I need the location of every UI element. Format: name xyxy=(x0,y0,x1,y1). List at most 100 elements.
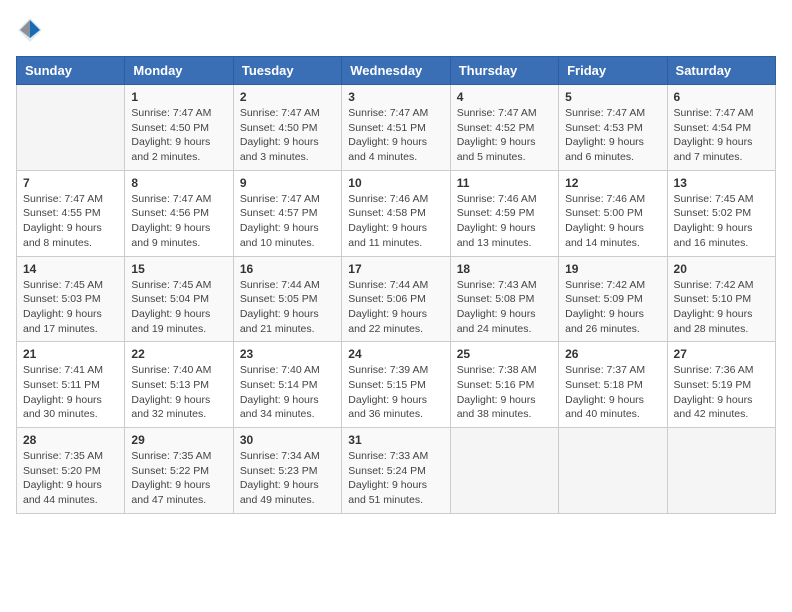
calendar-week-row: 1 Sunrise: 7:47 AMSunset: 4:50 PMDaylight… xyxy=(17,85,776,171)
calendar-cell: 8 Sunrise: 7:47 AMSunset: 4:56 PMDaylight… xyxy=(125,170,233,256)
day-info: Sunrise: 7:47 AMSunset: 4:51 PMDaylight:… xyxy=(348,106,443,165)
day-info: Sunrise: 7:42 AMSunset: 5:09 PMDaylight:… xyxy=(565,278,660,337)
calendar-cell: 12 Sunrise: 7:46 AMSunset: 5:00 PMDayligh… xyxy=(559,170,667,256)
calendar-cell: 21Sunrise: 7:41 AMSunset: 5:11 PMDayligh… xyxy=(17,342,125,428)
day-info: Sunrise: 7:47 AMSunset: 4:55 PMDaylight:… xyxy=(23,192,118,251)
day-number: 1 xyxy=(131,90,226,104)
calendar-cell: 6 Sunrise: 7:47 AMSunset: 4:54 PMDaylight… xyxy=(667,85,775,171)
calendar-cell: 20 Sunrise: 7:42 AMSunset: 5:10 PMDayligh… xyxy=(667,256,775,342)
calendar-cell xyxy=(450,428,558,514)
day-number: 14 xyxy=(23,262,118,276)
weekday-header-tuesday: Tuesday xyxy=(233,57,341,85)
day-info: Sunrise: 7:45 AMSunset: 5:03 PMDaylight:… xyxy=(23,278,118,337)
day-info: Sunrise: 7:38 AMSunset: 5:16 PMDaylight:… xyxy=(457,363,552,422)
calendar-cell: 17 Sunrise: 7:44 AMSunset: 5:06 PMDayligh… xyxy=(342,256,450,342)
day-number: 11 xyxy=(457,176,552,190)
calendar-cell: 19 Sunrise: 7:42 AMSunset: 5:09 PMDayligh… xyxy=(559,256,667,342)
day-info: Sunrise: 7:35 AMSunset: 5:20 PMDaylight:… xyxy=(23,449,118,508)
weekday-header-row: SundayMondayTuesdayWednesdayThursdayFrid… xyxy=(17,57,776,85)
day-number: 3 xyxy=(348,90,443,104)
day-number: 7 xyxy=(23,176,118,190)
logo-icon xyxy=(16,16,44,44)
day-info: Sunrise: 7:42 AMSunset: 5:10 PMDaylight:… xyxy=(674,278,769,337)
day-info: Sunrise: 7:35 AMSunset: 5:22 PMDaylight:… xyxy=(131,449,226,508)
day-info: Sunrise: 7:47 AMSunset: 4:52 PMDaylight:… xyxy=(457,106,552,165)
day-number: 16 xyxy=(240,262,335,276)
day-number: 15 xyxy=(131,262,226,276)
weekday-header-friday: Friday xyxy=(559,57,667,85)
calendar-week-row: 14 Sunrise: 7:45 AMSunset: 5:03 PMDayligh… xyxy=(17,256,776,342)
day-number: 24 xyxy=(348,347,443,361)
calendar-cell: 26 Sunrise: 7:37 AMSunset: 5:18 PMDayligh… xyxy=(559,342,667,428)
calendar-cell: 18 Sunrise: 7:43 AMSunset: 5:08 PMDayligh… xyxy=(450,256,558,342)
calendar-cell: 29 Sunrise: 7:35 AMSunset: 5:22 PMDayligh… xyxy=(125,428,233,514)
weekday-header-thursday: Thursday xyxy=(450,57,558,85)
day-info: Sunrise: 7:44 AMSunset: 5:05 PMDaylight:… xyxy=(240,278,335,337)
calendar-table: SundayMondayTuesdayWednesdayThursdayFrid… xyxy=(16,56,776,514)
header xyxy=(16,16,776,44)
calendar-cell: 31 Sunrise: 7:33 AMSunset: 5:24 PMDayligh… xyxy=(342,428,450,514)
calendar-cell xyxy=(667,428,775,514)
calendar-week-row: 28Sunrise: 7:35 AMSunset: 5:20 PMDayligh… xyxy=(17,428,776,514)
calendar-cell: 25 Sunrise: 7:38 AMSunset: 5:16 PMDayligh… xyxy=(450,342,558,428)
calendar-cell xyxy=(559,428,667,514)
calendar-cell: 30 Sunrise: 7:34 AMSunset: 5:23 PMDayligh… xyxy=(233,428,341,514)
day-number: 21 xyxy=(23,347,118,361)
logo xyxy=(16,16,48,44)
calendar-cell: 4 Sunrise: 7:47 AMSunset: 4:52 PMDaylight… xyxy=(450,85,558,171)
day-number: 12 xyxy=(565,176,660,190)
calendar-cell: 10Sunrise: 7:46 AMSunset: 4:58 PMDayligh… xyxy=(342,170,450,256)
day-info: Sunrise: 7:39 AMSunset: 5:15 PMDaylight:… xyxy=(348,363,443,422)
day-number: 30 xyxy=(240,433,335,447)
day-info: Sunrise: 7:44 AMSunset: 5:06 PMDaylight:… xyxy=(348,278,443,337)
day-info: Sunrise: 7:47 AMSunset: 4:50 PMDaylight:… xyxy=(240,106,335,165)
weekday-header-saturday: Saturday xyxy=(667,57,775,85)
day-number: 10 xyxy=(348,176,443,190)
weekday-header-sunday: Sunday xyxy=(17,57,125,85)
calendar-cell: 11 Sunrise: 7:46 AMSunset: 4:59 PMDayligh… xyxy=(450,170,558,256)
day-number: 25 xyxy=(457,347,552,361)
day-number: 18 xyxy=(457,262,552,276)
calendar-cell: 15Sunrise: 7:45 AMSunset: 5:04 PMDayligh… xyxy=(125,256,233,342)
day-number: 19 xyxy=(565,262,660,276)
day-info: Sunrise: 7:45 AMSunset: 5:02 PMDaylight:… xyxy=(674,192,769,251)
day-number: 13 xyxy=(674,176,769,190)
calendar-cell: 23Sunrise: 7:40 AMSunset: 5:14 PMDayligh… xyxy=(233,342,341,428)
calendar-cell: 16 Sunrise: 7:44 AMSunset: 5:05 PMDayligh… xyxy=(233,256,341,342)
day-number: 8 xyxy=(131,176,226,190)
weekday-header-wednesday: Wednesday xyxy=(342,57,450,85)
calendar-cell: 1 Sunrise: 7:47 AMSunset: 4:50 PMDaylight… xyxy=(125,85,233,171)
day-info: Sunrise: 7:47 AMSunset: 4:50 PMDaylight:… xyxy=(131,106,226,165)
day-info: Sunrise: 7:47 AMSunset: 4:53 PMDaylight:… xyxy=(565,106,660,165)
calendar-cell: 2 Sunrise: 7:47 AMSunset: 4:50 PMDaylight… xyxy=(233,85,341,171)
day-info: Sunrise: 7:46 AMSunset: 5:00 PMDaylight:… xyxy=(565,192,660,251)
day-info: Sunrise: 7:46 AMSunset: 4:59 PMDaylight:… xyxy=(457,192,552,251)
day-number: 29 xyxy=(131,433,226,447)
day-info: Sunrise: 7:40 AMSunset: 5:14 PMDaylight:… xyxy=(240,363,335,422)
day-number: 6 xyxy=(674,90,769,104)
day-info: Sunrise: 7:47 AMSunset: 4:57 PMDaylight:… xyxy=(240,192,335,251)
day-number: 4 xyxy=(457,90,552,104)
day-number: 17 xyxy=(348,262,443,276)
day-info: Sunrise: 7:40 AMSunset: 5:13 PMDaylight:… xyxy=(131,363,226,422)
day-number: 20 xyxy=(674,262,769,276)
day-info: Sunrise: 7:43 AMSunset: 5:08 PMDaylight:… xyxy=(457,278,552,337)
day-info: Sunrise: 7:34 AMSunset: 5:23 PMDaylight:… xyxy=(240,449,335,508)
calendar-cell: 14 Sunrise: 7:45 AMSunset: 5:03 PMDayligh… xyxy=(17,256,125,342)
calendar-week-row: 21Sunrise: 7:41 AMSunset: 5:11 PMDayligh… xyxy=(17,342,776,428)
day-number: 22 xyxy=(131,347,226,361)
day-number: 31 xyxy=(348,433,443,447)
calendar-cell: 3 Sunrise: 7:47 AMSunset: 4:51 PMDaylight… xyxy=(342,85,450,171)
day-info: Sunrise: 7:47 AMSunset: 4:56 PMDaylight:… xyxy=(131,192,226,251)
day-info: Sunrise: 7:37 AMSunset: 5:18 PMDaylight:… xyxy=(565,363,660,422)
calendar-cell: 28Sunrise: 7:35 AMSunset: 5:20 PMDayligh… xyxy=(17,428,125,514)
day-number: 5 xyxy=(565,90,660,104)
day-number: 9 xyxy=(240,176,335,190)
day-info: Sunrise: 7:33 AMSunset: 5:24 PMDaylight:… xyxy=(348,449,443,508)
day-number: 2 xyxy=(240,90,335,104)
calendar-cell: 24 Sunrise: 7:39 AMSunset: 5:15 PMDayligh… xyxy=(342,342,450,428)
day-number: 27 xyxy=(674,347,769,361)
calendar-cell: 13 Sunrise: 7:45 AMSunset: 5:02 PMDayligh… xyxy=(667,170,775,256)
day-info: Sunrise: 7:47 AMSunset: 4:54 PMDaylight:… xyxy=(674,106,769,165)
day-number: 26 xyxy=(565,347,660,361)
